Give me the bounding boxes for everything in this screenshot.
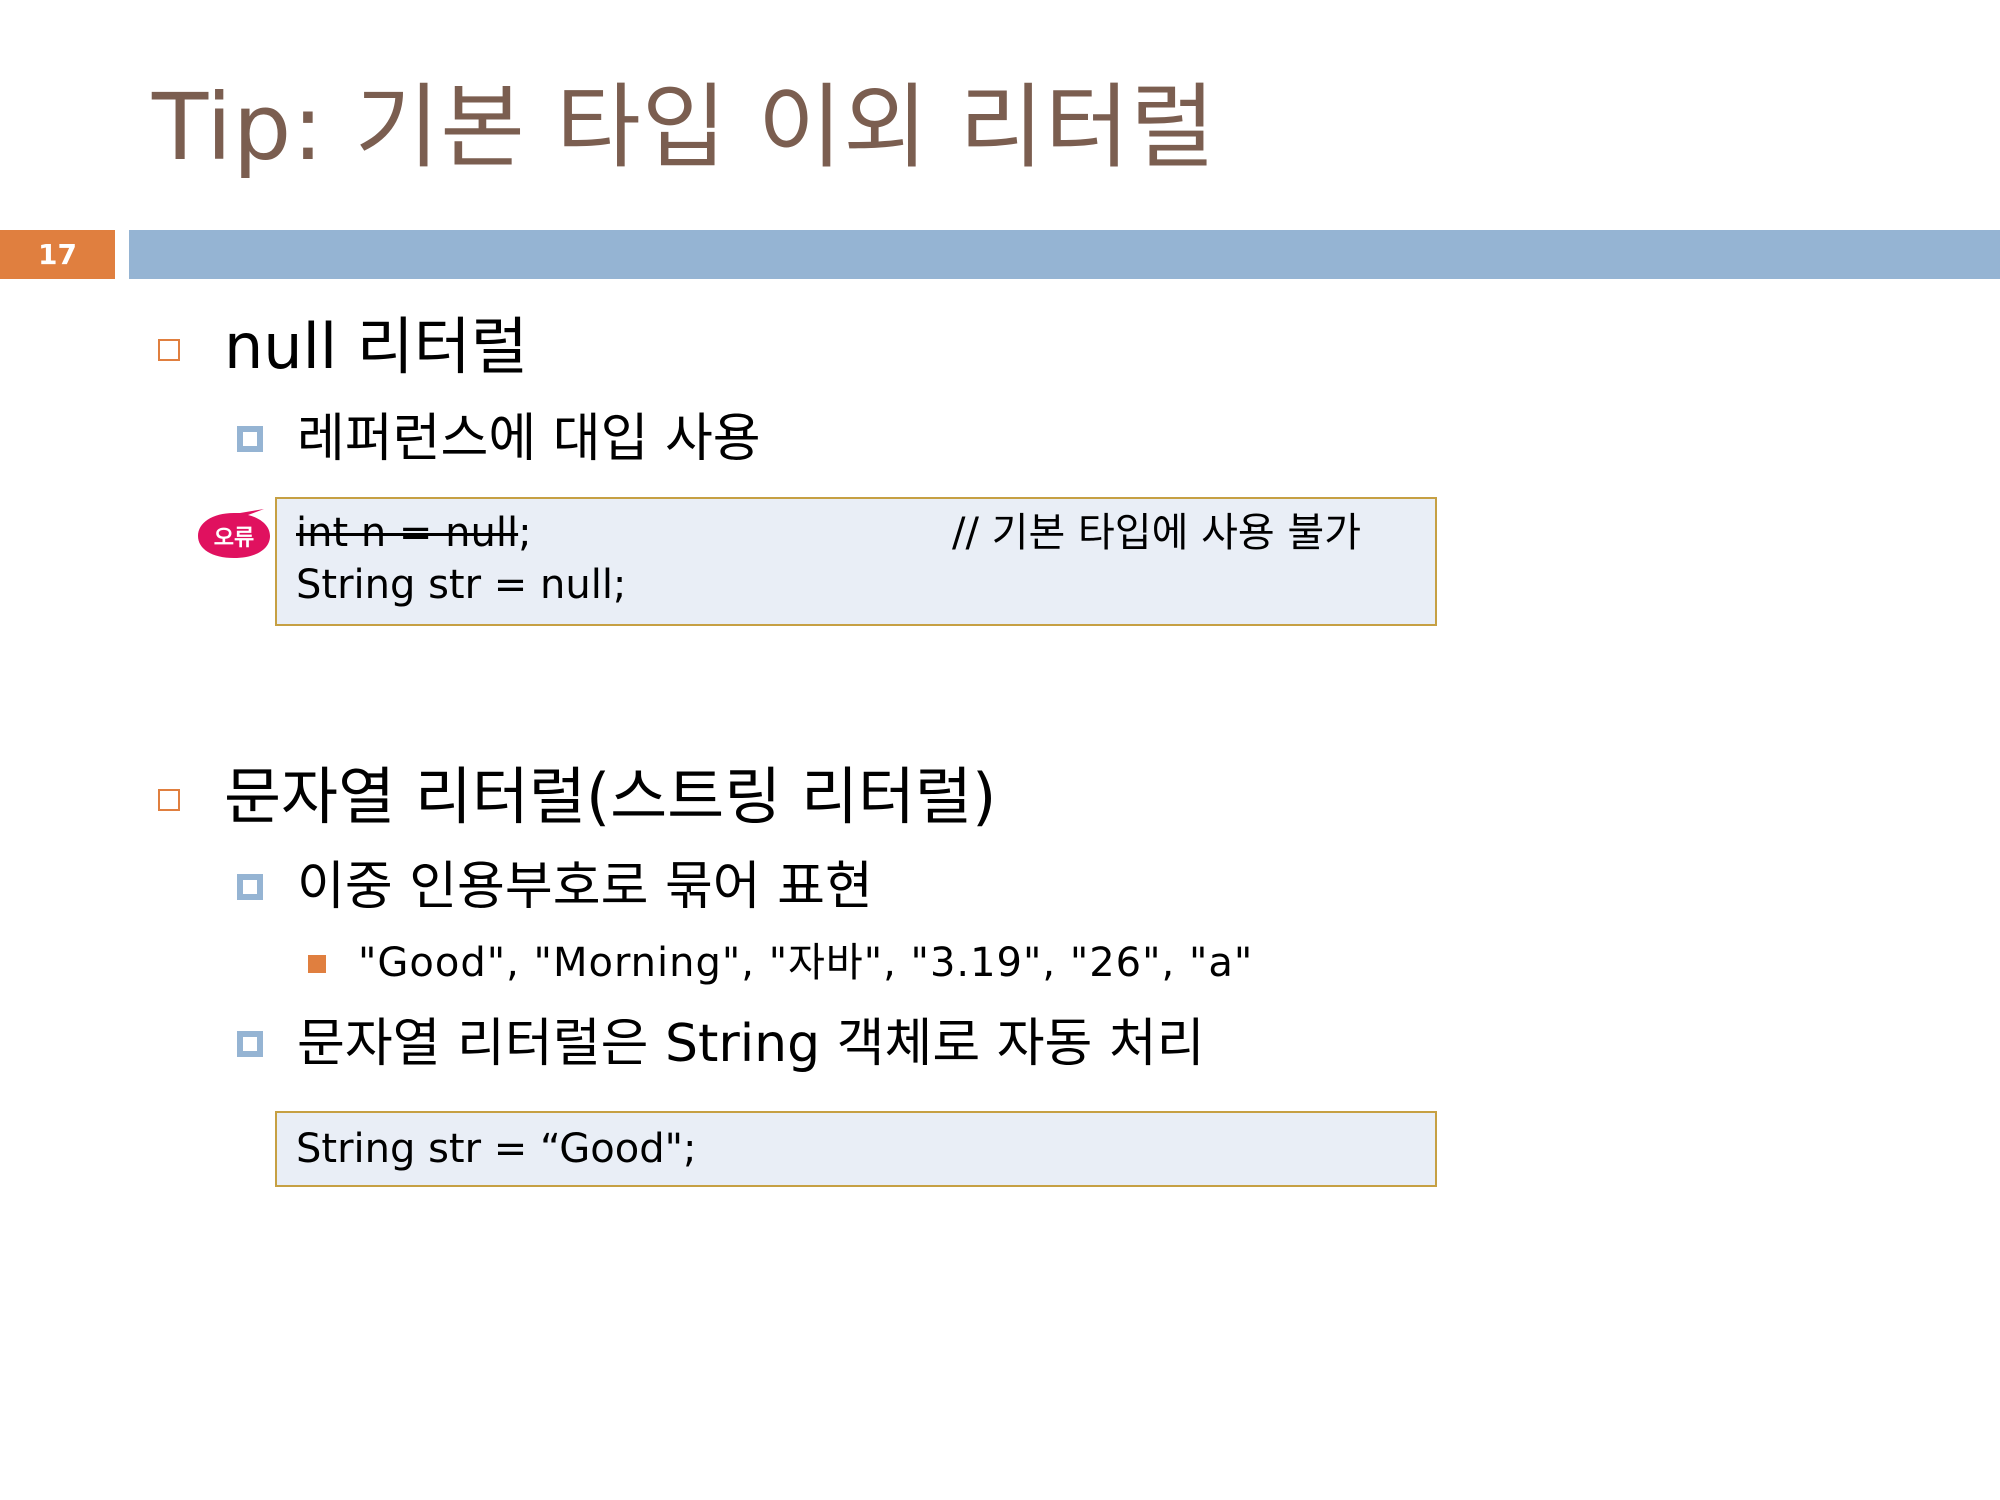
code-line-string-null: String str = null;: [296, 562, 627, 608]
filled-square-bullet-icon: [308, 955, 326, 973]
error-badge-label: 오류: [214, 526, 254, 551]
subbullet-text: 이중 인용부호로 묶어 표현: [297, 857, 873, 917]
example-strings-text: "Good", "Morning", "자바", "3.19", "26", "…: [358, 940, 1254, 986]
code-semicolon: ;: [518, 510, 532, 556]
heading-string-literal: 문자열 리터럴(스트링 리터럴): [224, 760, 997, 833]
subbullet-text: 레퍼런스에 대입 사용: [297, 409, 761, 469]
square-bullet-icon: [237, 426, 263, 452]
heading-null-literal: null 리터럴: [224, 310, 528, 383]
hollow-square-bullet-icon: [158, 789, 180, 811]
code-line-int-null: int n = null;: [296, 507, 532, 559]
code-line-string-good: String str = “Good";: [296, 1126, 697, 1172]
error-badge-icon: 오류: [198, 509, 270, 558]
hollow-square-bullet-icon: [158, 339, 180, 361]
code-comment: // 기본 타입에 사용 불가: [952, 510, 1362, 556]
square-bullet-icon: [237, 874, 263, 900]
struck-code: int n = null: [296, 510, 519, 556]
code-box-string: String str = “Good";: [275, 1111, 1437, 1187]
title-divider-bar: [129, 230, 2000, 279]
page-number: 17: [0, 230, 115, 279]
slide-title: Tip: 기본 타입 이외 리터럴: [152, 74, 1217, 181]
subbullet-text: 문자열 리터럴은 String 객체로 자동 처리: [297, 1014, 1205, 1074]
square-bullet-icon: [237, 1031, 263, 1057]
code-box-null: int n = null; // 기본 타입에 사용 불가 String str…: [275, 497, 1437, 626]
